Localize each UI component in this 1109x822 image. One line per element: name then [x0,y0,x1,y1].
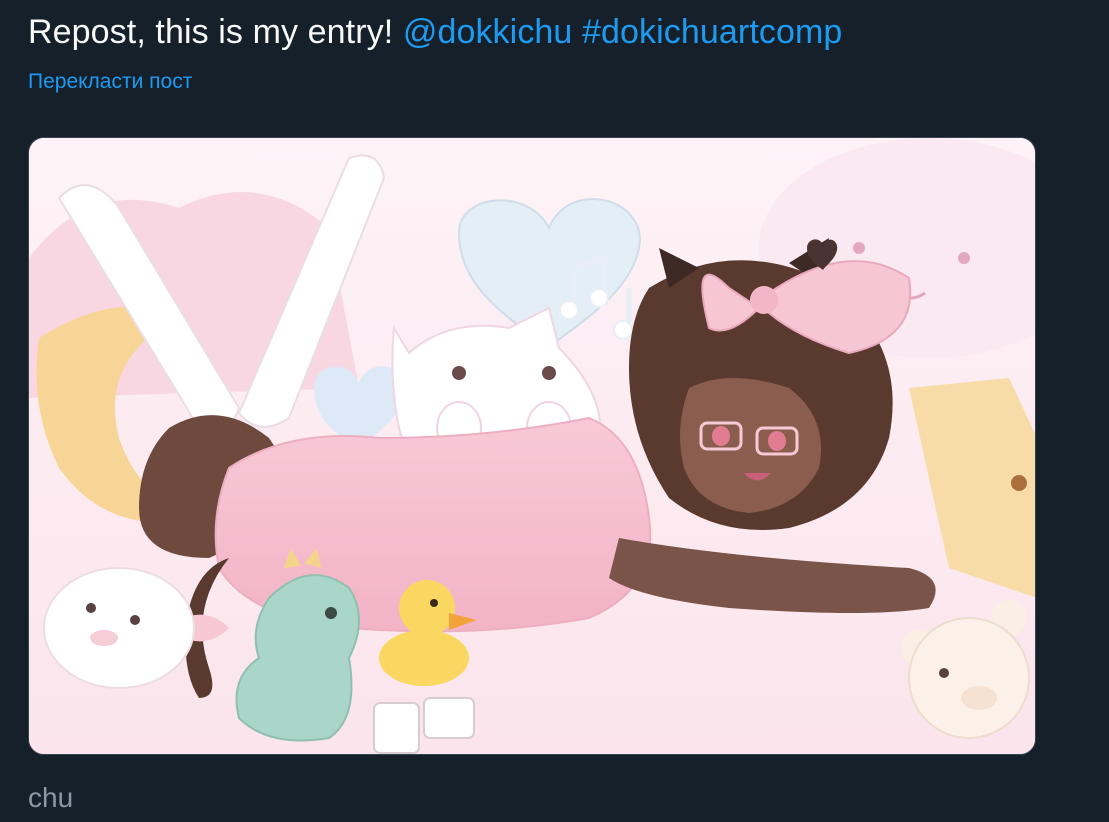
next-post-author-text: chu [28,782,74,813]
hamster-plush [43,567,195,689]
translate-post-link[interactable]: Перекласти пост [28,68,192,96]
post-text: Repost, this is my entry! @dokkichu #dok… [28,10,842,54]
mention-link[interactable]: @dokkichu [403,13,573,51]
post-image[interactable] [28,137,1036,755]
flip-phone [373,702,420,754]
post-text-body: Repost, this is my entry! [28,13,403,51]
hashtag-link[interactable]: #dokichuartcomp [582,13,842,51]
text-space [572,13,582,51]
illustration [29,138,1035,754]
